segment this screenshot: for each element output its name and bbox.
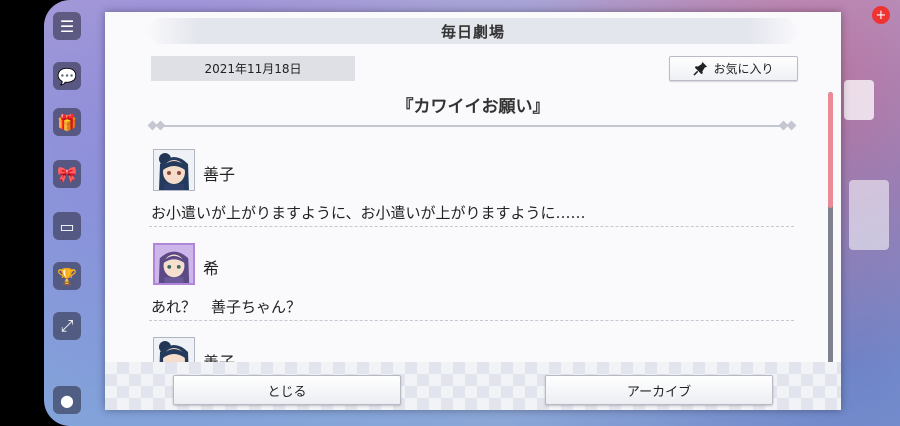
background-decoration [849, 180, 889, 250]
avatar-nozomi [153, 243, 195, 285]
trophy-icon[interactable]: 🏆 [53, 262, 81, 290]
menu-icon[interactable]: ☰ [53, 12, 81, 40]
favorite-button[interactable]: お気に入り [669, 56, 798, 81]
dialogue-entry: 希 あれ？ 善子ちゃん？ [145, 234, 800, 328]
daily-theater-dialog: 毎日劇場 2021年11月18日 お気に入り 『カワイイお願い』 善子 お小遣い… [105, 12, 841, 410]
present-icon[interactable]: 🎁 [53, 108, 81, 136]
notification-icon[interactable]: + [872, 6, 890, 24]
speaker-name: 希 [203, 259, 220, 278]
expand-icon[interactable]: ⤢ [53, 312, 81, 340]
avatar-yoshiko [153, 337, 195, 364]
dialogue-entry: 善子 お小遣いが上がりますように、お小遣いが上がりますように…… [145, 140, 800, 234]
archive-button[interactable]: アーカイブ [545, 375, 773, 405]
monitor-icon[interactable]: ▭ [53, 212, 81, 240]
favorite-label: お気に入り [713, 62, 774, 76]
title-divider [147, 120, 797, 132]
dialog-footer: とじる アーカイブ [105, 362, 841, 410]
date-label: 2021年11月18日 [151, 56, 355, 81]
user-icon[interactable]: ● [53, 386, 81, 414]
gift-icon[interactable]: 🎀 [53, 160, 81, 188]
background-decoration [844, 80, 874, 120]
scrollbar-thumb[interactable] [828, 92, 833, 208]
dialogue-line: あれ？ 善子ちゃん？ [151, 298, 302, 316]
avatar-yoshiko [153, 149, 195, 191]
scrollbar[interactable] [828, 92, 833, 367]
pin-icon [693, 61, 708, 76]
dialogue-entry: 善子 [145, 328, 800, 364]
entry-separator [149, 226, 794, 227]
episode-title: 『カワイイお願い』 [396, 97, 550, 117]
dialogue-line: お小遣いが上がりますように、お小遣いが上がりますように…… [151, 204, 586, 222]
dialog-title: 毎日劇場 [145, 18, 801, 44]
dialogue-scroll-area[interactable]: 善子 お小遣いが上がりますように、お小遣いが上がりますように…… 希 あれ？ 善… [145, 140, 800, 364]
speaker-name: 善子 [203, 165, 236, 184]
chat-icon[interactable]: 💬 [53, 62, 81, 90]
close-button[interactable]: とじる [173, 375, 401, 405]
entry-separator [149, 320, 794, 321]
